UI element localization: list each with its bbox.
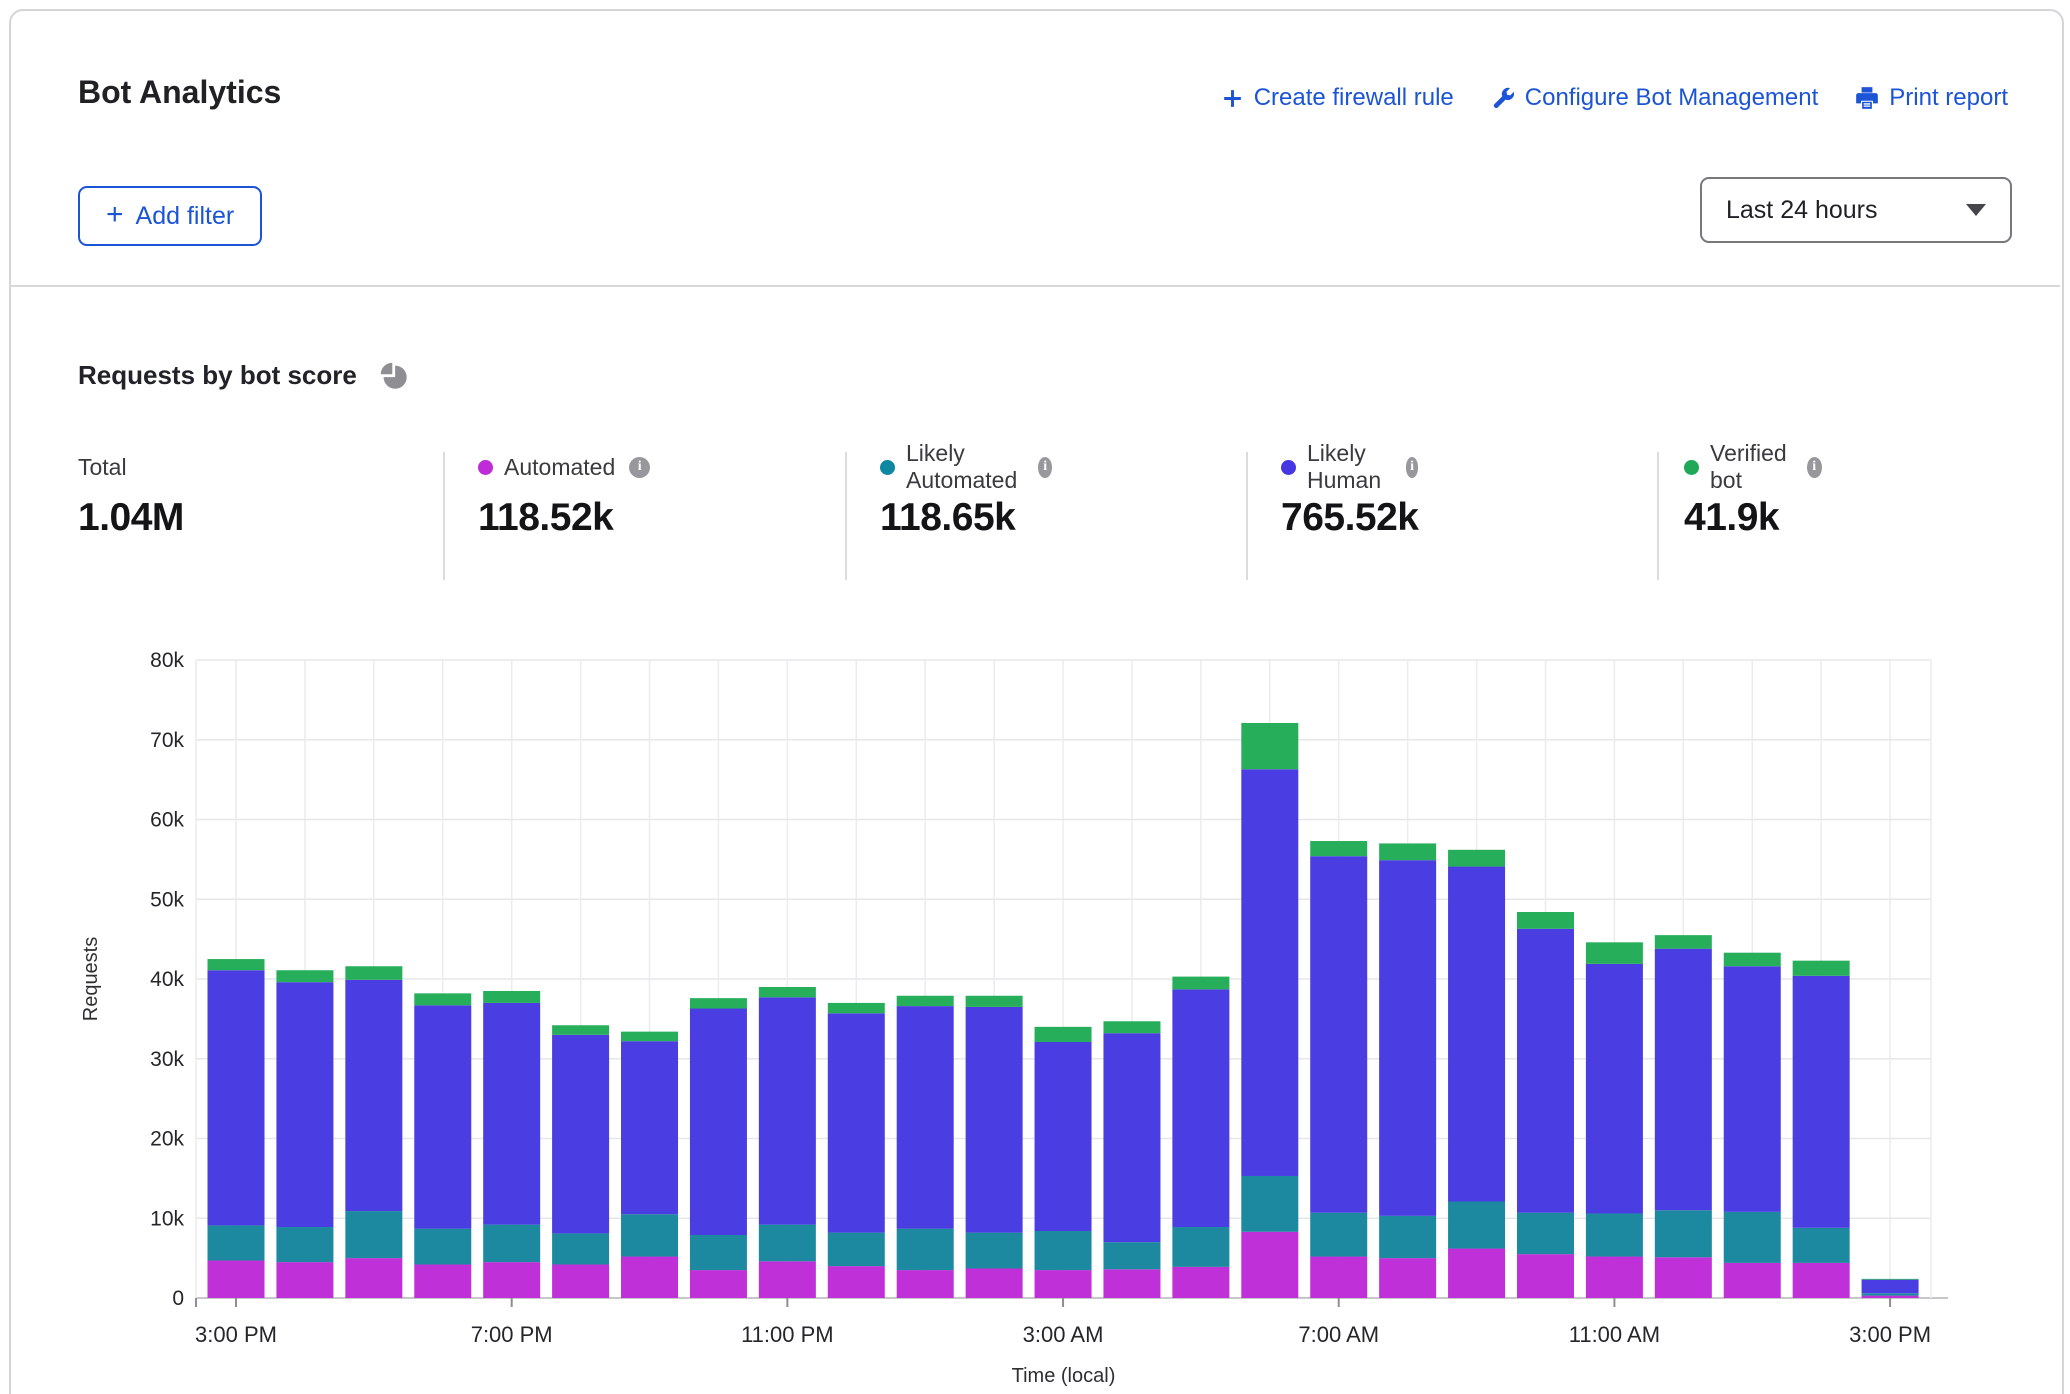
svg-text:80k: 80k [150,649,184,672]
requests-by-bot-score-chart: 0 10k 20k 30k 40k 50k 60k 70k 80k 3:00 PM 7:00 PM 1… [0,0,2070,1394]
svg-text:0: 0 [172,1287,184,1310]
svg-text:70k: 70k [150,729,184,752]
svg-text:50k: 50k [150,888,184,911]
svg-text:40k: 40k [150,968,184,991]
svg-text:Time (local): Time (local) [1012,1365,1116,1387]
svg-text:3:00 PM: 3:00 PM [195,1322,277,1347]
svg-text:10k: 10k [150,1207,184,1230]
svg-text:60k: 60k [150,809,184,832]
svg-text:7:00 AM: 7:00 AM [1298,1322,1379,1347]
svg-text:11:00 AM: 11:00 AM [1569,1322,1660,1347]
svg-text:Requests: Requests [80,937,102,1022]
bot-analytics-page: Bot Analytics Create firewall rule Confi… [0,0,2070,1394]
svg-text:3:00 AM: 3:00 AM [1023,1322,1104,1347]
svg-text:20k: 20k [150,1128,184,1151]
svg-text:11:00 PM: 11:00 PM [741,1322,834,1347]
svg-text:7:00 PM: 7:00 PM [471,1322,553,1347]
svg-text:3:00 PM: 3:00 PM [1849,1322,1931,1347]
svg-text:30k: 30k [150,1048,184,1071]
